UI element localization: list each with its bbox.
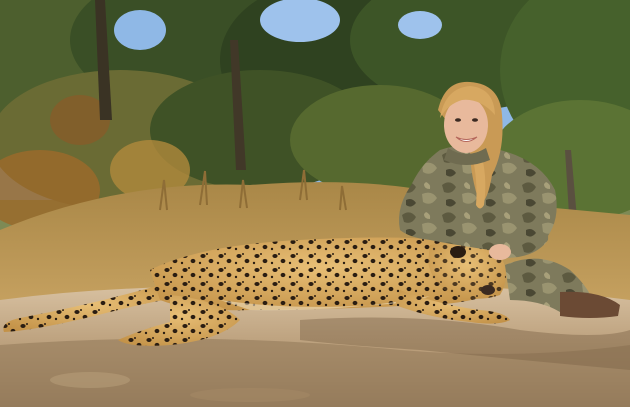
photo-illustration: [0, 0, 630, 407]
photo-scene: [0, 0, 630, 407]
